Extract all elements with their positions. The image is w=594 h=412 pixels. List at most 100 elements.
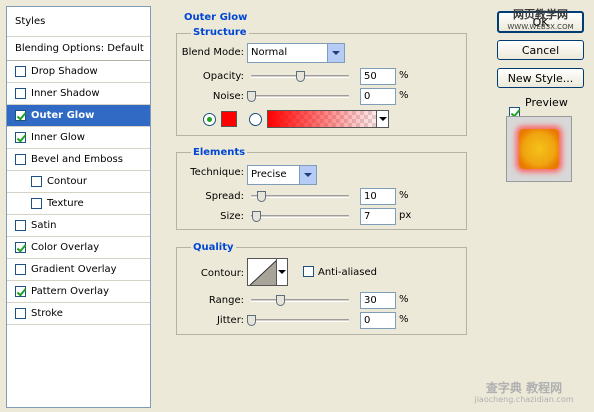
chevron-down-icon: [299, 166, 316, 184]
contour-picker[interactable]: [247, 258, 277, 286]
style-item-checkbox[interactable]: [31, 198, 42, 209]
style-item[interactable]: Satin: [7, 215, 150, 237]
style-item[interactable]: Contour: [7, 171, 150, 193]
style-item[interactable]: Outer Glow: [7, 105, 150, 127]
watermark-bottom: 查字典 教程网 jiaocheng.chazidian.com: [458, 382, 590, 406]
styles-header-label: Styles: [15, 16, 46, 27]
new-style-button-label: New Style...: [507, 71, 574, 85]
blend-mode-label: Blend Mode:: [181, 47, 244, 58]
jitter-unit: %: [399, 314, 409, 325]
chevron-down-icon: [378, 117, 387, 121]
noise-unit: %: [399, 90, 409, 101]
spread-unit: %: [399, 190, 409, 201]
blend-mode-dropdown[interactable]: Normal: [247, 43, 345, 63]
cancel-button-label: Cancel: [521, 43, 560, 57]
technique-dropdown[interactable]: Precise: [247, 165, 317, 185]
size-slider-thumb[interactable]: [251, 211, 261, 222]
solid-color-radio[interactable]: [203, 113, 216, 126]
jitter-input[interactable]: 0: [360, 312, 396, 329]
style-item-label: Outer Glow: [31, 110, 95, 121]
anti-aliased-checkbox[interactable]: [303, 266, 314, 277]
spread-input[interactable]: 10: [360, 188, 396, 205]
watermark-top-text: 网页教学网: [513, 8, 568, 21]
style-item-label: Gradient Overlay: [31, 264, 117, 275]
style-item-label: Drop Shadow: [31, 66, 98, 77]
size-unit: px: [399, 210, 412, 221]
noise-slider-thumb[interactable]: [247, 91, 256, 102]
range-slider-track[interactable]: [251, 299, 349, 302]
opacity-slider-thumb[interactable]: [296, 71, 305, 82]
gradient-radio[interactable]: [249, 113, 262, 126]
glow-color-swatch[interactable]: [221, 111, 237, 127]
watermark-bottom-url: jiaocheng.chazidian.com: [474, 395, 574, 404]
spread-label: Spread:: [205, 191, 244, 202]
style-item-checkbox[interactable]: [15, 66, 26, 77]
style-item-label: Satin: [31, 220, 57, 231]
technique-label: Technique:: [190, 167, 244, 178]
style-item[interactable]: Inner Shadow: [7, 83, 150, 105]
size-slider-track[interactable]: [251, 215, 349, 218]
style-item-checkbox[interactable]: [31, 176, 42, 187]
contour-dropdown-arrow[interactable]: [277, 258, 288, 286]
style-item-checkbox[interactable]: [15, 154, 26, 165]
noise-slider-track[interactable]: [251, 95, 349, 98]
styles-list-panel: Styles Blending Options: Default Drop Sha…: [6, 6, 151, 408]
style-item-checkbox[interactable]: [15, 132, 26, 143]
spread-slider-thumb[interactable]: [256, 191, 266, 202]
style-item-checkbox[interactable]: [15, 286, 26, 297]
style-item-checkbox[interactable]: [15, 110, 26, 121]
opacity-unit: %: [399, 70, 409, 81]
style-item-label: Inner Shadow: [31, 88, 100, 99]
style-item[interactable]: Bevel and Emboss: [7, 149, 150, 171]
cancel-button[interactable]: Cancel: [497, 40, 584, 60]
new-style-button[interactable]: New Style...: [497, 68, 584, 88]
contour-label: Contour:: [200, 268, 244, 279]
anti-aliased-label: Anti-aliased: [318, 267, 378, 278]
style-item[interactable]: Blending Options: Default: [7, 37, 150, 61]
opacity-input[interactable]: 50: [360, 68, 396, 85]
opacity-label: Opacity:: [202, 71, 244, 82]
style-item[interactable]: Drop Shadow: [7, 61, 150, 83]
watermark-top: 网页教学网 WWW.WEB3X.COM: [497, 9, 584, 33]
style-item-checkbox[interactable]: [15, 88, 26, 99]
chevron-down-icon: [278, 270, 286, 274]
range-input[interactable]: 30: [360, 292, 396, 309]
gradient-picker[interactable]: [267, 110, 389, 128]
style-item-label: Contour: [47, 176, 87, 187]
noise-input[interactable]: 0: [360, 88, 396, 105]
blend-mode-value: Normal: [251, 47, 288, 58]
style-item-checkbox[interactable]: [15, 264, 26, 275]
preview-thumbnail: [506, 116, 572, 182]
noise-label: Noise:: [212, 91, 244, 102]
style-item-label: Bevel and Emboss: [31, 154, 123, 165]
style-item-label: Color Overlay: [31, 242, 100, 253]
technique-value: Precise: [251, 169, 287, 180]
preview-swatch: [519, 129, 559, 169]
watermark-bottom-text: 查字典 教程网: [485, 381, 563, 395]
style-item-checkbox[interactable]: [15, 308, 26, 319]
outer-glow-title: Outer Glow: [182, 12, 250, 23]
style-item[interactable]: Gradient Overlay: [7, 259, 150, 281]
size-input[interactable]: 7: [360, 208, 396, 225]
style-item-checkbox[interactable]: [15, 220, 26, 231]
elements-title: Elements: [191, 147, 248, 158]
watermark-top-url: WWW.WEB3X.COM: [507, 23, 574, 31]
styles-header[interactable]: Styles: [7, 7, 150, 37]
style-item[interactable]: Inner Glow: [7, 127, 150, 149]
range-label: Range:: [208, 295, 244, 306]
style-item-label: Pattern Overlay: [31, 286, 110, 297]
jitter-slider-thumb[interactable]: [247, 315, 256, 326]
style-item-label: Stroke: [31, 308, 63, 319]
jitter-slider-track[interactable]: [251, 319, 349, 322]
style-item[interactable]: Color Overlay: [7, 237, 150, 259]
quality-title: Quality: [191, 242, 236, 253]
jitter-label: Jitter:: [216, 315, 244, 326]
style-item[interactable]: Pattern Overlay: [7, 281, 150, 303]
chevron-down-icon: [327, 44, 344, 62]
gradient-dropdown-arrow[interactable]: [376, 110, 389, 128]
style-item[interactable]: Stroke: [7, 303, 150, 325]
style-item-checkbox[interactable]: [15, 242, 26, 253]
preview-label: Preview: [525, 96, 568, 109]
style-item-label: Blending Options: Default: [15, 43, 144, 54]
style-item[interactable]: Texture: [7, 193, 150, 215]
